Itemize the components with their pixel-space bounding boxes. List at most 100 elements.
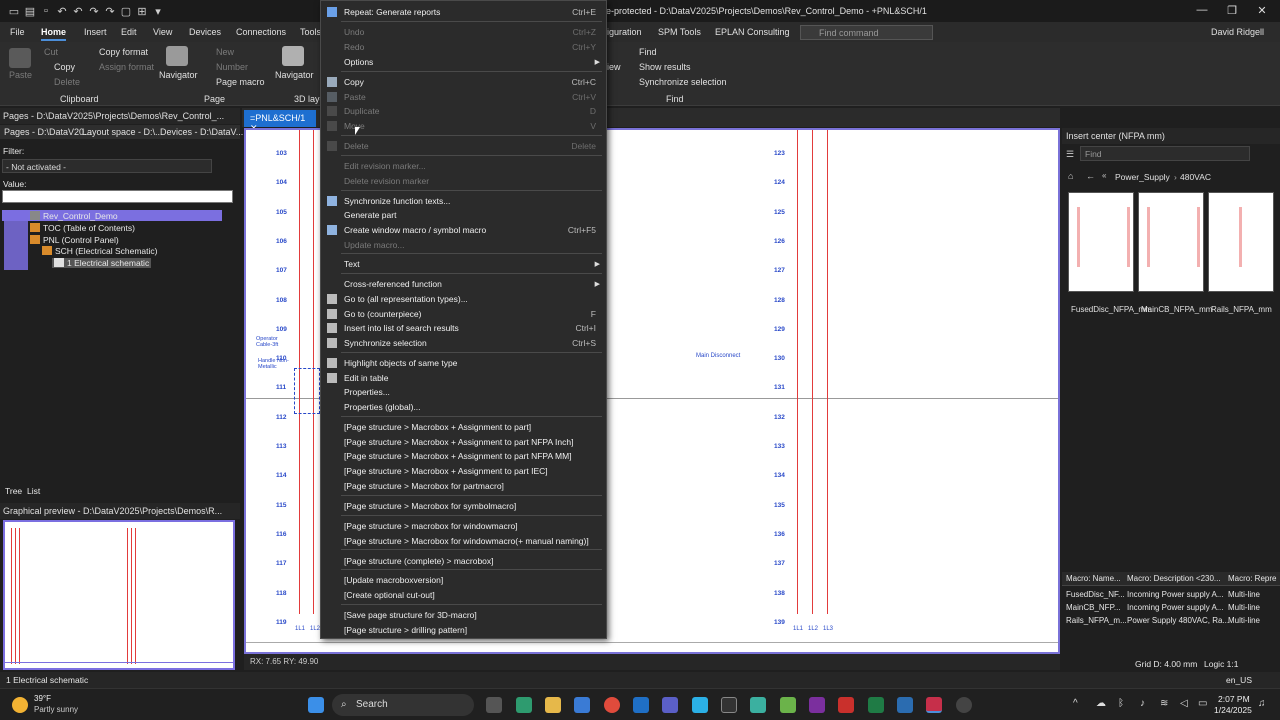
menu-item[interactable]: [Page structure > Macrobox + Assignment … (321, 420, 606, 434)
find-button[interactable]: Find (639, 47, 657, 57)
open-icon[interactable]: ▤ (24, 5, 36, 18)
windows-start-icon[interactable] (308, 697, 324, 713)
menu-item[interactable]: [Save page structure for 3D-macro] (321, 608, 606, 622)
tab-insert[interactable]: Insert (84, 27, 107, 37)
notepad-icon[interactable] (780, 697, 796, 713)
table-row[interactable]: FusedDisc_NF... Incoming Power supply A..… (1062, 588, 1280, 601)
copilot-icon[interactable] (692, 697, 708, 713)
menu-item[interactable]: Copy Ctrl+C (321, 75, 606, 89)
menu-item[interactable]: [Page structure > Macrobox for partmacro… (321, 479, 606, 493)
tab-spm-tools[interactable]: SPM Tools (658, 27, 701, 37)
menu-item[interactable]: [Page structure > Macrobox for windowmac… (321, 534, 606, 548)
copy-format-button[interactable]: Copy format (99, 47, 148, 57)
tree-item-project[interactable]: Rev_Control_Demo (30, 211, 118, 221)
menu-item[interactable]: [Create optional cut-out] (321, 588, 606, 602)
file-explorer-icon[interactable] (545, 697, 561, 713)
weather-desc[interactable]: Partly sunny (34, 705, 78, 714)
undo-arrow-icon[interactable]: ↶ (72, 5, 84, 18)
menu-item[interactable]: Properties (global)... (321, 400, 606, 414)
paste-button[interactable]: Paste (9, 70, 32, 80)
tab-view[interactable]: View (153, 27, 172, 37)
list-view-icon[interactable]: ☰ (1066, 149, 1074, 160)
breadcrumb-480vac[interactable]: 480VAC (1180, 172, 1211, 182)
menu-item[interactable]: Go to (all representation types)... (321, 292, 606, 306)
taskbar-search[interactable]: Search (332, 694, 474, 716)
insert-center-search[interactable]: Find (1080, 146, 1250, 161)
back-icon[interactable]: ← (1086, 171, 1095, 181)
wire-l1-right[interactable] (797, 130, 798, 614)
status-logic[interactable]: Logic 1:1 (1204, 659, 1239, 669)
menu-item[interactable]: Text ▶ (321, 257, 606, 271)
user-name[interactable]: David Ridgell (1211, 27, 1264, 37)
col-macro-description[interactable]: Macro: Description <230... (1127, 574, 1221, 583)
page-macro-button[interactable]: Page macro (216, 77, 265, 87)
menu-item[interactable]: [Page structure > macrobox for windowmac… (321, 519, 606, 533)
col-macro-representation[interactable]: Macro: Repre (1228, 574, 1276, 583)
delete-button[interactable]: Delete (54, 77, 80, 87)
sharepoint-icon[interactable] (897, 697, 913, 713)
tab-list[interactable]: List (27, 486, 40, 496)
menu-item[interactable]: Generate part (321, 208, 606, 222)
assign-format-button[interactable]: Assign format (99, 62, 154, 72)
eplan-icon[interactable] (926, 697, 942, 713)
menu-item[interactable]: Synchronize function texts... (321, 194, 606, 208)
tree-item-page[interactable]: 1 Electrical schematic (52, 258, 152, 268)
navigator-3d-button[interactable]: Navigator (275, 70, 314, 80)
menu-item[interactable]: Repeat: Generate reports Ctrl+E (321, 5, 606, 19)
macro-thumb-rails[interactable]: Rails_NFPA_mm (1208, 192, 1274, 314)
disconnect-symbol[interactable] (294, 368, 320, 414)
menu-item[interactable]: Insert into list of search results Ctrl+I (321, 321, 606, 335)
battery-icon[interactable]: ▭ (1198, 698, 1207, 709)
layout-icon[interactable]: ⊞ (136, 5, 148, 18)
menu-item[interactable]: Edit in table (321, 371, 606, 385)
tab-home[interactable]: Home (41, 27, 67, 41)
tab-edit[interactable]: Edit (121, 27, 137, 37)
menu-item[interactable]: [Page structure > Macrobox for symbolmac… (321, 499, 606, 513)
wire-l3-right[interactable] (827, 130, 828, 614)
menu-item[interactable]: Cross-referenced function ▶ (321, 277, 606, 291)
tab-file[interactable]: File (10, 27, 25, 37)
filter-select[interactable]: - Not activated - (2, 159, 212, 173)
tree-item-pnl[interactable]: PNL (Control Panel) (30, 235, 119, 245)
microphone-icon[interactable]: ♪ (1140, 698, 1145, 709)
menu-item[interactable]: Go to (counterpiece) F (321, 307, 606, 321)
undo-icon[interactable]: ↶ (56, 5, 68, 18)
clock-date[interactable]: 1/24/2025 (1214, 705, 1252, 715)
tree-item-sch[interactable]: SCH (Electrical Schematic) (42, 246, 158, 256)
tab-devices[interactable]: Devices - D:\DataV... (160, 127, 243, 137)
menu-item[interactable]: [Page structure (complete) > macrobox] (321, 554, 606, 568)
menu-item[interactable]: Synchronize selection Ctrl+S (321, 336, 606, 350)
wifi-icon[interactable]: ≋ (1160, 698, 1168, 709)
redo-icon[interactable]: ↷ (88, 5, 100, 18)
view-button[interactable]: iew (607, 62, 621, 72)
bluetooth-icon[interactable]: ᛒ (1118, 698, 1124, 709)
store-icon[interactable] (574, 697, 590, 713)
menu-item[interactable]: [Page structure > Macrobox + Assignment … (321, 464, 606, 478)
copy-button[interactable]: Copy (54, 62, 75, 72)
menu-item[interactable]: Highlight objects of same type (321, 356, 606, 370)
weather-icon[interactable] (12, 697, 28, 713)
app-icon[interactable] (956, 697, 972, 713)
onenote-icon[interactable] (809, 697, 825, 713)
customize-icon[interactable]: ▾ (152, 5, 164, 18)
col-macro-name[interactable]: Macro: Name... (1066, 574, 1121, 583)
table-row[interactable]: Rails_NFPA_m... Power Supply 480VAC, Ra..… (1062, 614, 1280, 627)
show-results-button[interactable]: Show results (639, 62, 691, 72)
tree-item-toc[interactable]: TOC (Table of Contents) (30, 223, 135, 233)
menu-item[interactable]: Options ▶ (321, 55, 606, 69)
edge-icon[interactable] (516, 697, 532, 713)
tab-layout-space[interactable]: Layout space - D:\... (82, 127, 163, 137)
document-tab[interactable]: =PNL&SCH/1 ✕ (244, 110, 316, 133)
clock-time[interactable]: 2:07 PM (1218, 694, 1250, 704)
synchronize-selection-button[interactable]: Synchronize selection (639, 77, 727, 87)
acrobat-icon[interactable] (838, 697, 854, 713)
new-page-button[interactable]: New (216, 47, 234, 57)
wire-l2-right[interactable] (812, 130, 813, 614)
save-icon[interactable]: ▫ (40, 5, 52, 18)
number-button[interactable]: Number (216, 62, 248, 72)
macro-thumb-maincb[interactable]: MainCB_NFPA_mm (1138, 192, 1212, 314)
home-icon[interactable]: ⌂ (1068, 171, 1073, 181)
show-hidden-icons-icon[interactable]: ^ (1073, 698, 1078, 709)
tab-configuration[interactable]: iguration (607, 27, 642, 37)
menu-item[interactable]: [Page structure > Macrobox + Assignment … (321, 449, 606, 463)
